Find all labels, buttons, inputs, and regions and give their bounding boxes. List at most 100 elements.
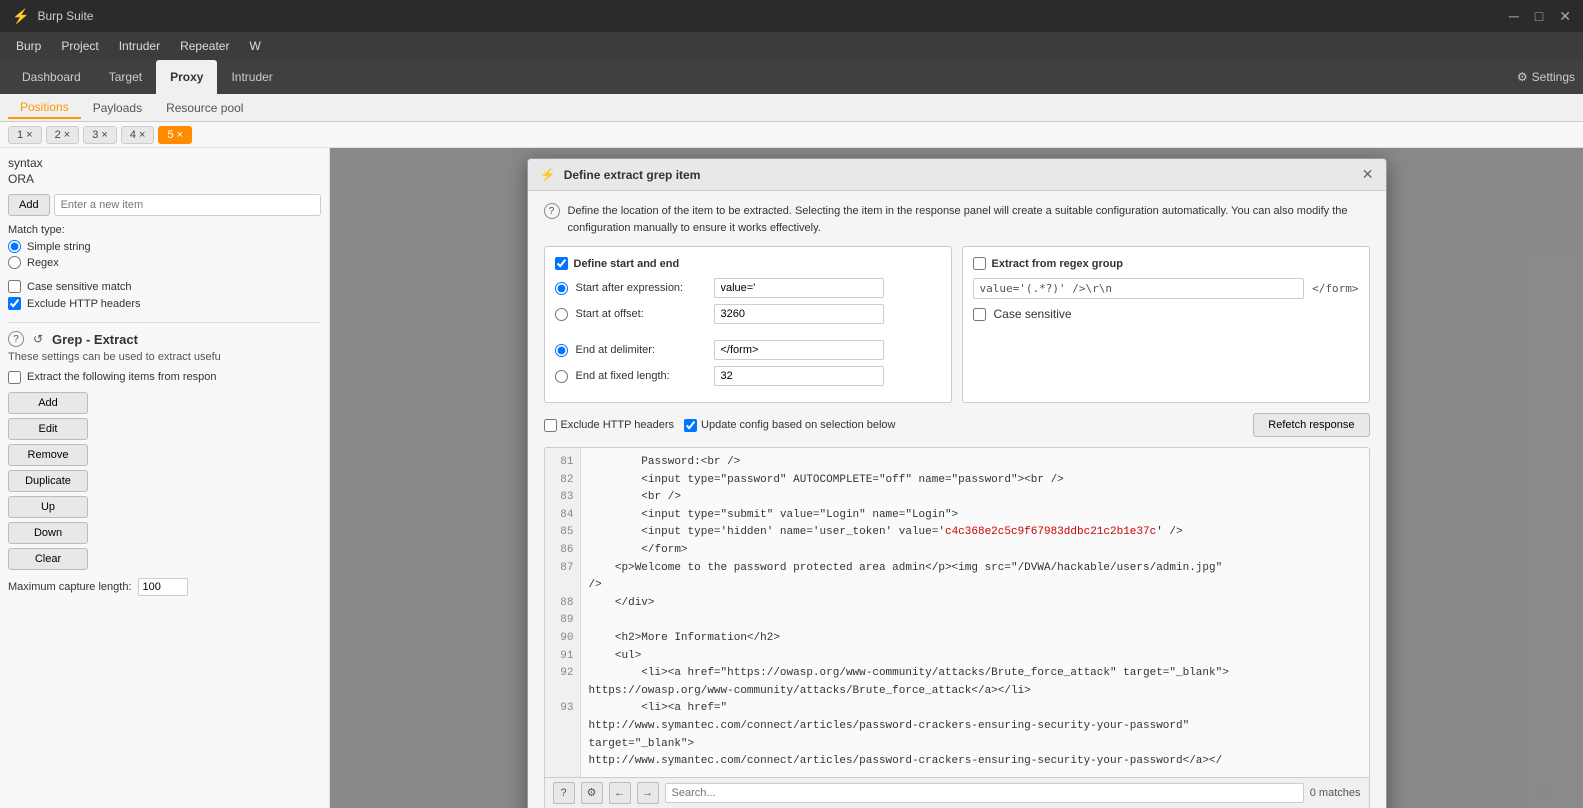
refetch-response-button[interactable]: Refetch response xyxy=(1253,413,1369,437)
exclude-http-headers-checkbox[interactable] xyxy=(8,297,21,310)
options-row: Exclude HTTP headers Update config based… xyxy=(544,413,1370,437)
grep-extract-reset-icon[interactable]: ↺ xyxy=(30,331,46,347)
forward-search-btn[interactable]: → xyxy=(637,782,659,804)
max-capture-label: Maximum capture length: xyxy=(8,581,132,593)
start-after-label: Start after expression: xyxy=(576,282,706,294)
start-after-input[interactable] xyxy=(714,278,884,298)
action-add-btn[interactable]: Add xyxy=(8,392,88,414)
action-edit-btn[interactable]: Edit xyxy=(8,418,88,440)
radio-regex[interactable]: Regex xyxy=(8,256,321,269)
action-up-btn[interactable]: Up xyxy=(8,496,88,518)
subtab-payloads[interactable]: Payloads xyxy=(81,98,154,118)
end-delimiter-input[interactable] xyxy=(714,340,884,360)
start-after-radio[interactable] xyxy=(555,282,568,295)
max-capture-row: Maximum capture length: xyxy=(8,578,321,596)
app-window: ⚡ Burp Suite ─ □ ✕ Burp Project Intruder… xyxy=(0,0,1583,808)
case-sensitive-match-row[interactable]: Case sensitive match xyxy=(8,280,321,293)
modal-description-text: Define the location of the item to be ex… xyxy=(568,203,1370,236)
numtab-2[interactable]: 2 × xyxy=(46,126,80,144)
action-down-btn[interactable]: Down xyxy=(8,522,88,544)
left-panel: syntax ORA Add Match type: Simple string… xyxy=(0,148,330,808)
tab-intruder[interactable]: Intruder xyxy=(217,60,286,94)
extract-items-checkbox[interactable] xyxy=(8,371,21,384)
action-buttons: Add Edit Remove Duplicate Up Down Clear xyxy=(8,392,321,570)
main-content: syntax ORA Add Match type: Simple string… xyxy=(0,148,1583,808)
define-start-end-title: Define start and end xyxy=(555,257,941,270)
end-fixed-length-input[interactable] xyxy=(714,366,884,386)
radio-simple-string[interactable]: Simple string xyxy=(8,240,321,253)
config-box-left: Define start and end Start after express… xyxy=(544,246,952,403)
modal-help-icon[interactable]: ? xyxy=(544,203,560,219)
menu-bar: Burp Project Intruder Repeater W xyxy=(0,32,1583,60)
extract-regex-label: Extract from regex group xyxy=(992,258,1123,270)
minimize-button[interactable]: ─ xyxy=(1509,8,1519,25)
start-offset-radio[interactable] xyxy=(555,308,568,321)
end-delimiter-radio[interactable] xyxy=(555,344,568,357)
extract-regex-checkbox[interactable] xyxy=(973,257,986,270)
action-duplicate-btn[interactable]: Duplicate xyxy=(8,470,88,492)
numtab-4[interactable]: 4 × xyxy=(121,126,155,144)
end-fixed-length-radio[interactable] xyxy=(555,370,568,383)
right-content: ⚡ Define extract grep item ✕ ? Define th… xyxy=(330,148,1583,808)
watermark: CSDN @净网平台 xyxy=(1486,784,1575,800)
menu-intruder[interactable]: Intruder xyxy=(111,36,168,56)
end-delimiter-label: End at delimiter: xyxy=(576,344,706,356)
tab-target[interactable]: Target xyxy=(95,60,156,94)
search-bar: ? ⚙ ← → 0 matches xyxy=(545,777,1369,808)
app-icon: ⚡ xyxy=(12,8,29,25)
radio-regex-input[interactable] xyxy=(8,256,21,269)
grep-extract-title: Grep - Extract xyxy=(52,332,138,347)
case-sensitive-right-label: Case sensitive xyxy=(994,307,1072,321)
subtab-resource-pool[interactable]: Resource pool xyxy=(154,98,255,118)
exclude-http-headers-row[interactable]: Exclude HTTP headers xyxy=(8,297,321,310)
help-search-btn[interactable]: ? xyxy=(553,782,575,804)
grep-extract-help-icon[interactable]: ? xyxy=(8,331,24,347)
gear-icon: ⚙ xyxy=(1517,70,1528,84)
exclude-headers-option-checkbox[interactable] xyxy=(544,419,557,432)
modal-close-button[interactable]: ✕ xyxy=(1362,166,1374,183)
action-remove-btn[interactable]: Remove xyxy=(8,444,88,466)
update-config-checkbox[interactable] xyxy=(684,419,697,432)
update-config-label: Update config based on selection below xyxy=(701,419,895,431)
menu-w[interactable]: W xyxy=(241,36,268,56)
simple-string-label: Simple string xyxy=(27,241,91,253)
modal-icon: ⚡ xyxy=(540,167,556,183)
settings-search-btn[interactable]: ⚙ xyxy=(581,782,603,804)
start-offset-input[interactable] xyxy=(714,304,884,324)
regex-main-input[interactable] xyxy=(973,278,1305,299)
exclude-headers-option[interactable]: Exclude HTTP headers xyxy=(544,419,675,432)
add-button[interactable]: Add xyxy=(8,194,50,216)
code-viewer: 81 82 83 84 85 86 87 88 89 xyxy=(544,447,1370,808)
maximize-button[interactable]: □ xyxy=(1535,8,1543,25)
menu-project[interactable]: Project xyxy=(53,36,106,56)
tab-dashboard[interactable]: Dashboard xyxy=(8,60,95,94)
syntax-label: syntax xyxy=(8,156,321,170)
menu-repeater[interactable]: Repeater xyxy=(172,36,237,56)
tab-proxy[interactable]: Proxy xyxy=(156,60,217,94)
define-start-end-checkbox[interactable] xyxy=(555,257,568,270)
define-start-end-label: Define start and end xyxy=(574,258,680,270)
back-search-btn[interactable]: ← xyxy=(609,782,631,804)
extract-items-row[interactable]: Extract the following items from respon xyxy=(8,371,321,384)
extract-items-label: Extract the following items from respon xyxy=(27,371,217,383)
radio-simple-string-input[interactable] xyxy=(8,240,21,253)
nav-tabs-right: ⚙ Settings xyxy=(1517,70,1575,84)
search-input[interactable] xyxy=(665,783,1304,803)
subtab-positions[interactable]: Positions xyxy=(8,97,81,119)
num-tabs: 1 × 2 × 3 × 4 × 5 × xyxy=(0,122,1583,148)
case-sensitive-right-checkbox[interactable] xyxy=(973,308,986,321)
numtab-3[interactable]: 3 × xyxy=(83,126,117,144)
numtab-1[interactable]: 1 × xyxy=(8,126,42,144)
new-item-input[interactable] xyxy=(54,194,321,216)
action-clear-btn[interactable]: Clear xyxy=(8,548,88,570)
case-sensitive-checkbox[interactable] xyxy=(8,280,21,293)
line-numbers: 81 82 83 84 85 86 87 88 89 xyxy=(545,448,581,777)
close-button[interactable]: ✕ xyxy=(1559,8,1571,25)
modal-title-bar: ⚡ Define extract grep item ✕ xyxy=(528,159,1386,191)
update-config-option[interactable]: Update config based on selection below xyxy=(684,419,895,432)
config-box-right: Extract from regex group </form> Case se… xyxy=(962,246,1370,403)
max-capture-input[interactable] xyxy=(138,578,188,596)
settings-button[interactable]: ⚙ Settings xyxy=(1517,70,1575,84)
numtab-5[interactable]: 5 × xyxy=(158,126,192,144)
menu-burp[interactable]: Burp xyxy=(8,36,49,56)
